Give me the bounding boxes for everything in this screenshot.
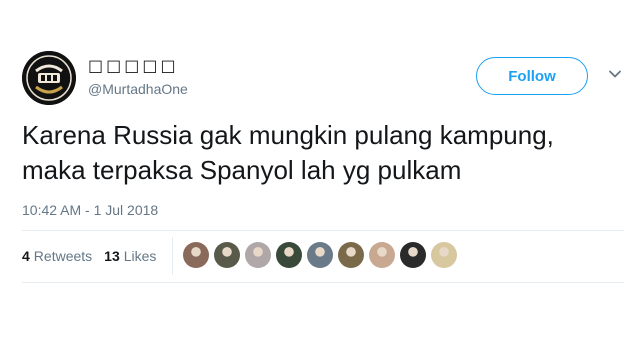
tweet-text-line: Karena Russia gak mungkin pulang kampung… [22,120,554,150]
tweet-timestamp[interactable]: 10:42 AM - 1 Jul 2018 [22,202,158,218]
liker-avatar[interactable] [400,242,426,268]
liker-avatar[interactable] [369,242,395,268]
likes-label: Likes [123,248,157,264]
retweets-stat[interactable]: 4 Retweets [22,248,92,264]
tweet-text: Karena Russia gak mungkin pulang kampung… [22,118,622,188]
liker-avatar[interactable] [307,242,333,268]
liker-avatar[interactable] [431,242,457,268]
chevron-down-icon[interactable] [607,66,623,82]
tweet-card: □□□□□ @MurtadhaOne Follow Karena Russia … [0,0,640,360]
retweets-label: Retweets [33,248,93,264]
liker-avatar[interactable] [183,242,209,268]
liker-avatar[interactable] [276,242,302,268]
liker-avatar[interactable] [214,242,240,268]
divider [22,230,624,231]
user-handle[interactable]: @MurtadhaOne [88,81,188,97]
avatar-logo-icon [22,51,76,105]
likes-stat[interactable]: 13 Likes [104,248,156,264]
liker-avatar[interactable] [245,242,271,268]
tweet-text-line: maka terpaksa Spanyol lah yg pulkam [22,155,462,185]
divider [22,282,624,283]
display-name[interactable]: □□□□□ [88,56,179,75]
likes-count: 13 [104,248,120,264]
user-avatar[interactable] [22,51,76,105]
follow-button[interactable]: Follow [476,57,588,95]
retweets-count: 4 [22,248,30,264]
liker-avatar[interactable] [338,242,364,268]
stats-separator [172,237,173,275]
engagement-stats: 4 Retweets 13 Likes [22,246,168,266]
liker-avatars [183,242,462,268]
